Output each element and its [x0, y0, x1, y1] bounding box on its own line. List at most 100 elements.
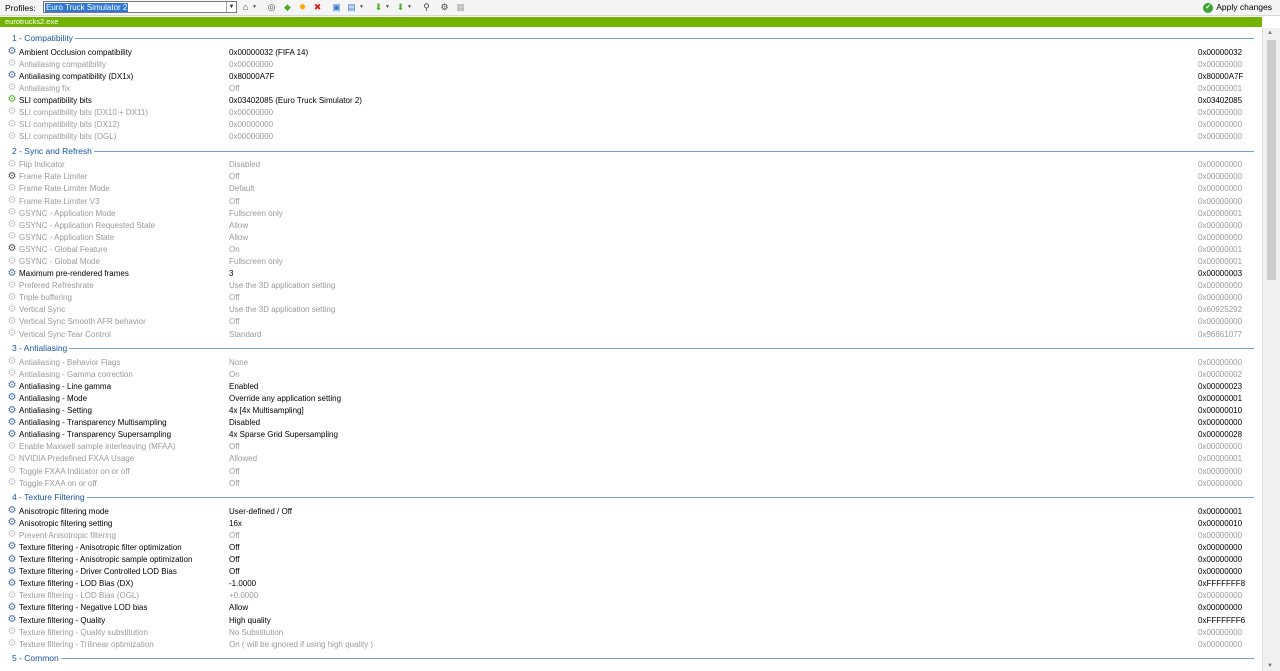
grid-icon[interactable]: ▦: [455, 2, 466, 13]
setting-value[interactable]: Off: [229, 293, 240, 302]
setting-value[interactable]: User-defined / Off: [229, 507, 292, 516]
setting-value[interactable]: Off: [229, 567, 240, 576]
section-header[interactable]: 2 - Sync and Refresh: [0, 143, 1262, 159]
setting-value[interactable]: Standard: [229, 330, 261, 339]
export-icon[interactable]: ▤: [346, 2, 357, 13]
setting-row[interactable]: ⚙ Prefered Refreshrate Use the 3D applicat…: [0, 280, 1262, 292]
setting-row[interactable]: ⚙ Ambient Occlusion compatibility 0x000000…: [0, 46, 1262, 58]
add-app-icon[interactable]: ◆: [282, 2, 293, 13]
setting-row[interactable]: ⚙ Frame Rate Limiter V3 Off 0x00000000: [0, 195, 1262, 207]
section-header[interactable]: 3 - Antialiasing: [0, 340, 1262, 356]
setting-row[interactable]: ⚙ Frame Rate Limiter Mode Default 0x0000000…: [0, 183, 1262, 195]
setting-row[interactable]: ⚙ Antialiasing - Transparency Multisampli…: [0, 417, 1262, 429]
setting-row[interactable]: ⚙ Vertical Sync Smooth AFR behavior Off 0x0…: [0, 316, 1262, 328]
setting-row[interactable]: ⚙ Texture filtering - LOD Bias (OGL) +0.00…: [0, 590, 1262, 602]
setting-row[interactable]: ⚙ Texture filtering - LOD Bias (DX) -1.000…: [0, 578, 1262, 590]
setting-row[interactable]: ⚙ Antialiasing - Gamma correction On 0x0000…: [0, 368, 1262, 380]
setting-row[interactable]: ⚙ Antialiasing compatibility 0x00000000 0x0…: [0, 58, 1262, 70]
setting-value[interactable]: Off: [229, 317, 240, 326]
setting-row[interactable]: ⚙ Antialiasing fix Off 0x00000001: [0, 82, 1262, 94]
setting-value[interactable]: Off: [229, 442, 240, 451]
setting-row[interactable]: ⚙ Antialiasing - Behavior Flags None 0x0000…: [0, 356, 1262, 368]
setting-value[interactable]: Disabled: [229, 418, 260, 427]
setting-row[interactable]: ⚙ Texture filtering - Quality High quality…: [0, 614, 1262, 626]
setting-value[interactable]: Allow: [229, 221, 248, 230]
settings-icon[interactable]: ▣: [331, 2, 342, 13]
setting-row[interactable]: ⚙ Texture filtering - Trilinear optimizat…: [0, 638, 1262, 650]
setting-row[interactable]: ⚙ Toggle FXAA on or off Off 0x00000000: [0, 477, 1262, 489]
setting-row[interactable]: ⚙ Texture filtering - Quality substitutio…: [0, 626, 1262, 638]
setting-value[interactable]: 0x00000032 (FIFA 14): [229, 48, 308, 57]
setting-row[interactable]: ⚙ Antialiasing - Transparency Supersampli…: [0, 429, 1262, 441]
filter-icon[interactable]: ⚲: [421, 2, 432, 13]
chevron-down-icon[interactable]: ▼: [407, 4, 412, 10]
chevron-down-icon[interactable]: ▼: [226, 2, 236, 12]
setting-row[interactable]: ⚙ NVIDIA Predefined FXAA Usage Allowed 0x00…: [0, 453, 1262, 465]
setting-value[interactable]: Override any application setting: [229, 394, 341, 403]
setting-value[interactable]: 0x80000A7F: [229, 72, 274, 81]
setting-value[interactable]: 0x00000000: [229, 108, 273, 117]
setting-value[interactable]: Fullscreen only: [229, 257, 283, 266]
setting-row[interactable]: ⚙ SLI compatibility bits (OGL) 0x00000000 0…: [0, 131, 1262, 143]
setting-value[interactable]: Off: [229, 172, 240, 181]
setting-row[interactable]: ⚙ SLI compatibility bits 0x03402085 (Euro …: [0, 94, 1262, 106]
setting-row[interactable]: ⚙ Toggle FXAA Indicator on or off Off 0x000…: [0, 465, 1262, 477]
setting-row[interactable]: ⚙ Texture filtering - Anisotropic sample …: [0, 554, 1262, 566]
home-icon[interactable]: ⌂: [240, 2, 251, 13]
setting-value[interactable]: Allow: [229, 233, 248, 242]
setting-value[interactable]: 0x00000000: [229, 120, 273, 129]
setting-value[interactable]: Use the 3D application setting: [229, 281, 335, 290]
setting-row[interactable]: ⚙ GSYNC - Global Mode Fullscreen only 0x000…: [0, 256, 1262, 268]
vertical-scrollbar[interactable]: ▲ ▼: [1262, 28, 1280, 671]
setting-value[interactable]: Off: [229, 197, 240, 206]
setting-value[interactable]: Use the 3D application setting: [229, 305, 335, 314]
setting-value[interactable]: On: [229, 370, 240, 379]
sun-icon[interactable]: ✹: [297, 2, 308, 13]
setting-row[interactable]: ⚙ Texture filtering - Anisotropic filter …: [0, 541, 1262, 553]
chevron-down-icon[interactable]: ▼: [385, 4, 390, 10]
chevron-down-icon[interactable]: ▼: [359, 4, 364, 10]
setting-row[interactable]: ⚙ Antialiasing compatibility (DX1x) 0x8000…: [0, 70, 1262, 82]
setting-value[interactable]: Fullscreen only: [229, 209, 283, 218]
setting-row[interactable]: ⚙ SLI compatibility bits (DX10 + DX11) 0x0…: [0, 106, 1262, 118]
setting-value[interactable]: None: [229, 358, 248, 367]
setting-row[interactable]: ⚙ GSYNC - Global Feature On 0x00000001: [0, 243, 1262, 255]
setting-row[interactable]: ⚙ Texture filtering - Negative LOD bias Al…: [0, 602, 1262, 614]
setting-row[interactable]: ⚙ Maximum pre-rendered frames 3 0x00000003: [0, 268, 1262, 280]
setting-row[interactable]: ⚙ SLI compatibility bits (DX12) 0x00000000…: [0, 119, 1262, 131]
setting-value[interactable]: No Substitution: [229, 628, 283, 637]
setting-value[interactable]: Default: [229, 184, 254, 193]
download-icon[interactable]: ⬇: [395, 2, 406, 13]
search-icon[interactable]: ⚙: [439, 2, 450, 13]
setting-value[interactable]: On ( will be ignored if using high quali…: [229, 640, 373, 649]
scroll-thumb[interactable]: [1267, 40, 1276, 280]
setting-row[interactable]: ⚙ Triple buffering Off 0x00000000: [0, 292, 1262, 304]
delete-icon[interactable]: ✖: [312, 2, 323, 13]
setting-row[interactable]: ⚙ GSYNC - Application State Allow 0x0000000…: [0, 231, 1262, 243]
setting-row[interactable]: ⚙ Flip Indicator Disabled 0x00000000: [0, 159, 1262, 171]
section-header[interactable]: 4 - Texture Filtering: [0, 489, 1262, 505]
section-header[interactable]: 5 - Common: [0, 650, 1262, 666]
setting-row[interactable]: ⚙ Antialiasing - Line gamma Enabled 0x00000…: [0, 380, 1262, 392]
setting-row[interactable]: ⚙ Vertical Sync Use the 3D application set…: [0, 304, 1262, 316]
setting-value[interactable]: Off: [229, 543, 240, 552]
setting-value[interactable]: Off: [229, 531, 240, 540]
section-header[interactable]: 1 - Compatibility: [0, 30, 1262, 46]
setting-row[interactable]: ⚙ Vertical Sync Tear Control Standard 0x968…: [0, 328, 1262, 340]
setting-value[interactable]: +0.0000: [229, 591, 258, 600]
scroll-up-icon[interactable]: ▲: [1267, 30, 1273, 36]
setting-row[interactable]: ⚙ Texture filtering - Driver Controlled L…: [0, 566, 1262, 578]
setting-value[interactable]: Off: [229, 467, 240, 476]
setting-value[interactable]: Allow: [229, 603, 248, 612]
setting-value[interactable]: Enabled: [229, 382, 258, 391]
setting-row[interactable]: ⚙ Frame Rate Limiter Off 0x00000000: [0, 171, 1262, 183]
profile-select[interactable]: Euro Truck Simulator 2 ▼: [43, 1, 237, 13]
setting-value[interactable]: 3: [229, 269, 233, 278]
setting-value[interactable]: 0x00000000: [229, 60, 273, 69]
setting-value[interactable]: Off: [229, 555, 240, 564]
setting-value[interactable]: 0x00000000: [229, 132, 273, 141]
setting-value[interactable]: High quality: [229, 616, 271, 625]
setting-value[interactable]: 16x: [229, 519, 242, 528]
apply-changes-button[interactable]: ✔ Apply changes: [1203, 1, 1272, 14]
setting-value[interactable]: On: [229, 245, 240, 254]
